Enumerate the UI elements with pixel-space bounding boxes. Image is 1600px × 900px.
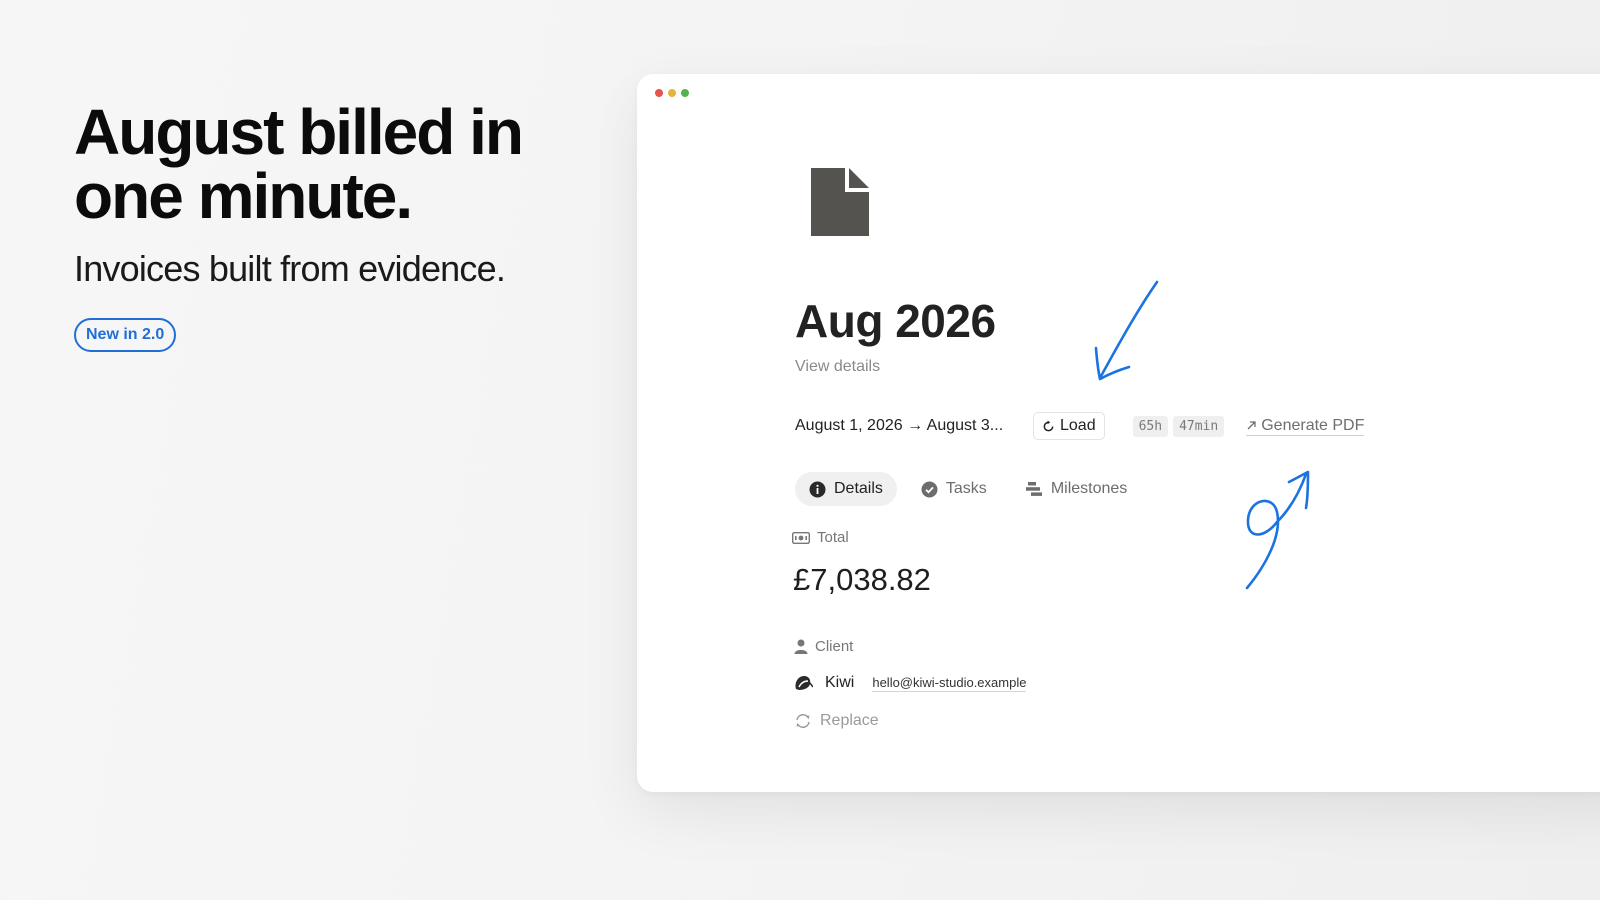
annotation-layer — [1094, 280, 1310, 590]
hero-title-line2: one minute. — [74, 160, 413, 232]
hero: August billed in one minute. Invoices bu… — [74, 100, 594, 352]
hero-title: August billed in one minute. — [74, 100, 594, 228]
hero-subtitle: Invoices built from evidence. — [74, 248, 506, 289]
pointer-arrow-up-icon — [1245, 470, 1310, 590]
new-version-badge: New in 2.0 — [74, 318, 177, 352]
app-window: Aug 2026 View details August 1, 2026 → A… — [637, 74, 1600, 792]
pointer-arrow-down-icon — [1094, 280, 1159, 381]
hero-title-line1: August billed in — [74, 96, 524, 168]
